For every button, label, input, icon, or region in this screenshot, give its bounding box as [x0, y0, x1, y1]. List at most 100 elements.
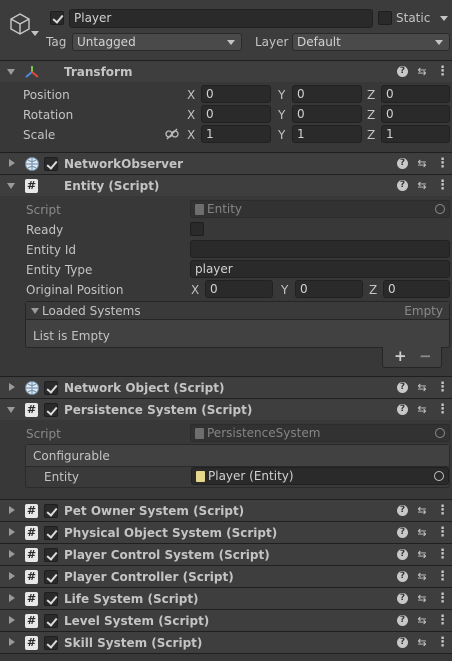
axis-z-label[interactable]: Z [367, 108, 375, 122]
help-icon[interactable]: ? [397, 593, 408, 604]
axis-y-label[interactable]: Y [281, 283, 288, 297]
context-menu-icon[interactable]: ⋮ [436, 636, 449, 649]
position-z-field[interactable]: 0 [381, 85, 450, 103]
position-x-field[interactable]: 0 [201, 85, 271, 103]
axis-x-label[interactable]: X [187, 88, 195, 102]
foldout-arrow[interactable] [9, 616, 15, 624]
transform-header[interactable]: Transform ? ⇆ ⋮ [0, 60, 452, 82]
component-enabled-checkbox[interactable] [44, 570, 58, 584]
foldout-arrow[interactable] [7, 69, 15, 75]
component-enabled-checkbox[interactable] [44, 548, 58, 562]
context-menu-icon[interactable]: ⋮ [436, 381, 449, 394]
component-enabled-checkbox[interactable] [44, 526, 58, 540]
component-header-physical-object[interactable]: # Physical Object System (Script) ? ⇆ ⋮ [0, 521, 452, 543]
scale-y-field[interactable]: 1 [292, 125, 362, 143]
help-icon[interactable]: ? [397, 549, 408, 560]
original-position-y-field[interactable]: 0 [295, 280, 363, 298]
help-icon[interactable]: ? [397, 180, 408, 191]
help-icon[interactable]: ? [397, 505, 408, 516]
foldout-arrow[interactable] [9, 506, 15, 514]
help-icon[interactable]: ? [397, 571, 408, 582]
help-icon[interactable]: ? [397, 615, 408, 626]
component-enabled-checkbox[interactable] [44, 636, 58, 650]
entity-id-field[interactable] [190, 240, 450, 258]
presets-icon[interactable]: ⇆ [416, 549, 428, 561]
ready-checkbox[interactable] [190, 222, 204, 236]
gameobject-cube-icon[interactable] [9, 12, 31, 36]
presets-icon[interactable]: ⇆ [416, 382, 428, 394]
axis-z-label[interactable]: Z [367, 88, 375, 102]
foldout-arrow[interactable] [9, 528, 15, 536]
context-menu-icon[interactable]: ⋮ [436, 157, 449, 170]
entity-header[interactable]: # Entity (Script) ? ⇆ ⋮ [0, 174, 452, 196]
persistence-system-header[interactable]: # Persistence System (Script) ? ⇆ ⋮ [0, 398, 452, 420]
presets-icon[interactable]: ⇆ [416, 593, 428, 605]
object-picker-icon[interactable] [434, 471, 444, 481]
axis-y-label[interactable]: Y [278, 108, 285, 122]
foldout-arrow[interactable] [9, 572, 15, 580]
foldout-arrow[interactable] [7, 407, 15, 413]
component-header-level-system[interactable]: # Level System (Script) ? ⇆ ⋮ [0, 609, 452, 631]
component-enabled-checkbox[interactable] [44, 592, 58, 606]
entity-object-field[interactable]: Player (Entity) [191, 467, 449, 485]
foldout-arrow[interactable] [9, 159, 15, 167]
foldout-arrow[interactable] [31, 308, 39, 314]
object-picker-icon[interactable] [435, 204, 445, 214]
tag-dropdown[interactable]: Untagged [72, 33, 242, 51]
component-enabled-checkbox[interactable] [44, 403, 58, 417]
rotation-z-field[interactable]: 0 [381, 105, 450, 123]
gameobject-active-checkbox[interactable] [50, 11, 64, 25]
component-enabled-checkbox[interactable] [44, 504, 58, 518]
icon-dropdown-arrow[interactable] [31, 31, 39, 36]
axis-x-label[interactable]: X [191, 283, 199, 297]
network-object-header[interactable]: Network Object (Script) ? ⇆ ⋮ [0, 376, 452, 398]
remove-element-button[interactable]: − [419, 349, 432, 364]
axis-z-label[interactable]: Z [369, 283, 377, 297]
add-element-button[interactable]: + [394, 349, 407, 364]
entity-script-field[interactable]: Entity [190, 200, 450, 218]
gameobject-name-field[interactable]: Player [69, 9, 373, 28]
networkobserver-header[interactable]: NetworkObserver ? ⇆ ⋮ [0, 152, 452, 174]
help-icon[interactable]: ? [397, 66, 408, 77]
static-checkbox[interactable] [378, 11, 392, 25]
presets-icon[interactable]: ⇆ [416, 404, 428, 416]
presets-icon[interactable]: ⇆ [416, 527, 428, 539]
help-icon[interactable]: ? [397, 527, 408, 538]
constrain-proportions-icon[interactable] [165, 128, 179, 140]
layer-dropdown[interactable]: Default [292, 33, 450, 51]
foldout-arrow[interactable] [9, 594, 15, 602]
help-icon[interactable]: ? [397, 158, 408, 169]
rotation-y-field[interactable]: 0 [292, 105, 362, 123]
presets-icon[interactable]: ⇆ [416, 505, 428, 517]
axis-x-label[interactable]: X [187, 108, 195, 122]
context-menu-icon[interactable]: ⋮ [436, 570, 449, 583]
entity-type-field[interactable]: player [190, 260, 450, 278]
help-icon[interactable]: ? [397, 404, 408, 415]
presets-icon[interactable]: ⇆ [416, 571, 428, 583]
rotation-x-field[interactable]: 0 [201, 105, 271, 123]
component-enabled-checkbox[interactable] [44, 614, 58, 628]
context-menu-icon[interactable]: ⋮ [436, 403, 449, 416]
component-enabled-checkbox[interactable] [44, 157, 58, 171]
presets-icon[interactable]: ⇆ [416, 615, 428, 627]
component-header-player-control[interactable]: # Player Control System (Script) ? ⇆ ⋮ [0, 543, 452, 565]
original-position-x-field[interactable]: 0 [205, 280, 273, 298]
context-menu-icon[interactable]: ⋮ [436, 548, 449, 561]
object-picker-icon[interactable] [435, 428, 445, 438]
component-header-player-controller[interactable]: # Player Controller (Script) ? ⇆ ⋮ [0, 565, 452, 587]
component-enabled-checkbox[interactable] [44, 381, 58, 395]
persistence-script-field[interactable]: PersistenceSystem [190, 424, 450, 442]
component-header-pet-owner[interactable]: # Pet Owner System (Script) ? ⇆ ⋮ [0, 499, 452, 521]
static-dropdown-arrow[interactable] [440, 16, 448, 21]
scale-x-field[interactable]: 1 [201, 125, 271, 143]
foldout-arrow[interactable] [9, 638, 15, 646]
context-menu-icon[interactable]: ⋮ [436, 179, 449, 192]
axis-x-label[interactable]: X [187, 128, 195, 142]
presets-icon[interactable]: ⇆ [416, 637, 428, 649]
loaded-systems-header[interactable]: Loaded Systems Empty [26, 302, 449, 320]
component-header-skill-system[interactable]: # Skill System (Script) ? ⇆ ⋮ [0, 631, 452, 653]
axis-y-label[interactable]: Y [278, 128, 285, 142]
scale-z-field[interactable]: 1 [381, 125, 450, 143]
context-menu-icon[interactable]: ⋮ [436, 592, 449, 605]
axis-y-label[interactable]: Y [278, 88, 285, 102]
